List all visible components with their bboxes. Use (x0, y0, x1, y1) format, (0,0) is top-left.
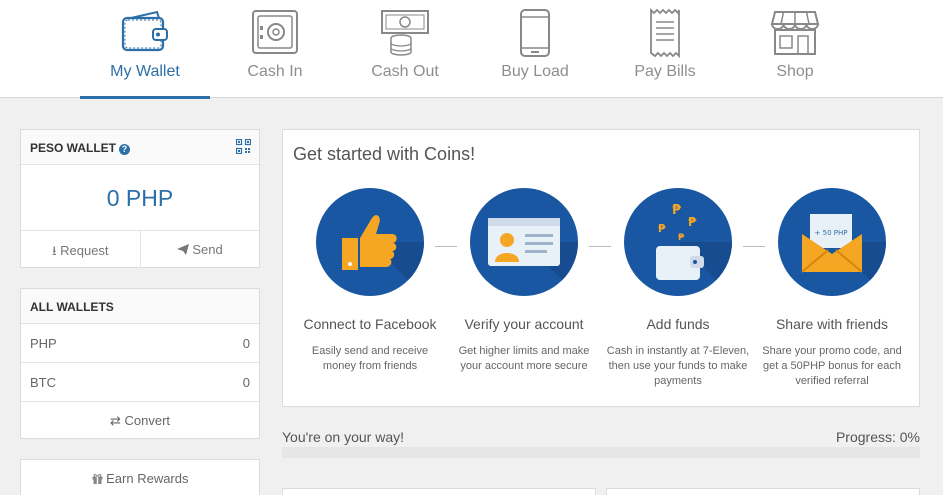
receipt-icon (650, 8, 680, 58)
tab-label: Shop (776, 63, 814, 80)
convert-button[interactable]: ⇄ Convert (21, 402, 259, 438)
wallet-coins-icon: ₱ ₱ ₱ ₱ (656, 203, 732, 296)
safe-icon (252, 10, 298, 54)
phone-icon (520, 9, 550, 57)
step-connect-facebook[interactable]: Connect to Facebook Easily send and rece… (295, 188, 445, 374)
step-circle: ₱ ₱ ₱ ₱ (624, 188, 732, 296)
download-icon: ⭳ (51, 243, 57, 258)
panel-header: PESO WALLET? (21, 130, 259, 165)
bottom-card-left (282, 488, 596, 495)
help-icon[interactable]: ? (119, 144, 131, 155)
svg-text:₱: ₱ (678, 233, 685, 243)
svg-text:₱: ₱ (688, 215, 697, 229)
svg-text:₱: ₱ (672, 203, 682, 218)
step-title: Verify your account (464, 316, 584, 332)
bottom-card-right (606, 488, 920, 495)
envelope-icon: + 50 PHP (801, 214, 886, 296)
earn-rewards-button[interactable]: Earn Rewards (20, 459, 260, 495)
wallet-amount: 0 (242, 336, 250, 351)
tab-label: Cash Out (371, 63, 439, 80)
wallet-balance: 0 PHP (21, 165, 259, 231)
qr-code-icon[interactable] (236, 139, 251, 154)
step-add-funds[interactable]: ₱ ₱ ₱ ₱ Add funds Cash in instantly at 7… (603, 188, 753, 389)
step-description: Cash in instantly at 7-Eleven, then use … (606, 345, 750, 387)
all-wallets-title: ALL WALLETS (21, 289, 259, 324)
step-verify-account[interactable]: Verify your account Get higher limits an… (449, 188, 599, 374)
convert-label: Convert (124, 413, 171, 428)
wallet-currency: PHP (30, 336, 57, 351)
step-title: Share with friends (775, 316, 889, 332)
progress-bar (282, 447, 920, 458)
cash-coins-icon (381, 10, 429, 56)
active-tab-indicator (80, 96, 210, 99)
progress-label: Progress: 0% (835, 429, 920, 445)
tab-label: Cash In (247, 63, 303, 80)
step-share-friends[interactable]: + 50 PHP Share with friends Share your p… (757, 188, 907, 389)
send-label: Send (192, 242, 223, 257)
exchange-icon: ⇄ (109, 413, 121, 428)
step-circle: + 50 PHP (778, 188, 886, 296)
peso-wallet-panel: PESO WALLET? 0 PHP ⭳ Request Send (20, 129, 260, 268)
step-description: Easily send and receive money from frien… (311, 345, 429, 372)
all-wallets-panel: ALL WALLETS PHP 0 BTC 0 ⇄ Convert (20, 288, 260, 439)
get-started-card: Get started with Coins! Connect to Faceb… (282, 129, 920, 407)
top-navigation: My Wallet Cash In Cash Out Buy Load Pay … (0, 0, 943, 99)
tab-label: Buy Load (501, 63, 569, 80)
step-circle (470, 188, 578, 296)
tab-pay-bills[interactable]: Pay Bills (600, 0, 730, 98)
tab-cash-out[interactable]: Cash Out (340, 0, 470, 98)
wallet-icon (121, 10, 168, 52)
request-button[interactable]: ⭳ Request (21, 231, 140, 268)
bonus-badge: + 50 PHP (815, 229, 848, 237)
thumbs-up-icon (342, 215, 424, 296)
id-card-icon (488, 218, 578, 296)
store-icon (770, 11, 820, 55)
step-description: Share your promo code, and get a 50PHP b… (762, 345, 902, 387)
step-title: Add funds (646, 316, 710, 332)
card-title: Get started with Coins! (293, 144, 476, 164)
tab-buy-load[interactable]: Buy Load (470, 0, 600, 98)
svg-text:₱: ₱ (658, 222, 666, 235)
wallet-row-btc[interactable]: BTC 0 (21, 363, 259, 402)
tab-shop[interactable]: Shop (730, 0, 860, 98)
earn-rewards-label: Earn Rewards (106, 471, 189, 486)
request-label: Request (60, 243, 109, 258)
peso-wallet-title: PESO WALLET (30, 141, 117, 155)
tab-label: Pay Bills (634, 63, 696, 80)
step-circle (316, 188, 424, 296)
tab-my-wallet[interactable]: My Wallet (80, 0, 210, 99)
wallet-row-php[interactable]: PHP 0 (21, 324, 259, 363)
wallet-currency: BTC (30, 375, 56, 390)
step-description: Get higher limits and make your account … (458, 345, 590, 372)
tab-label: My Wallet (110, 63, 180, 80)
tab-cash-in[interactable]: Cash In (210, 0, 340, 98)
paper-plane-icon (176, 244, 189, 255)
progress-row: You're on your way! Progress: 0% (282, 429, 920, 445)
progress-message: You're on your way! (282, 429, 405, 445)
gift-icon (92, 473, 102, 484)
step-title: Connect to Facebook (303, 316, 437, 332)
wallet-amount: 0 (242, 375, 250, 390)
send-button[interactable]: Send (139, 231, 260, 268)
